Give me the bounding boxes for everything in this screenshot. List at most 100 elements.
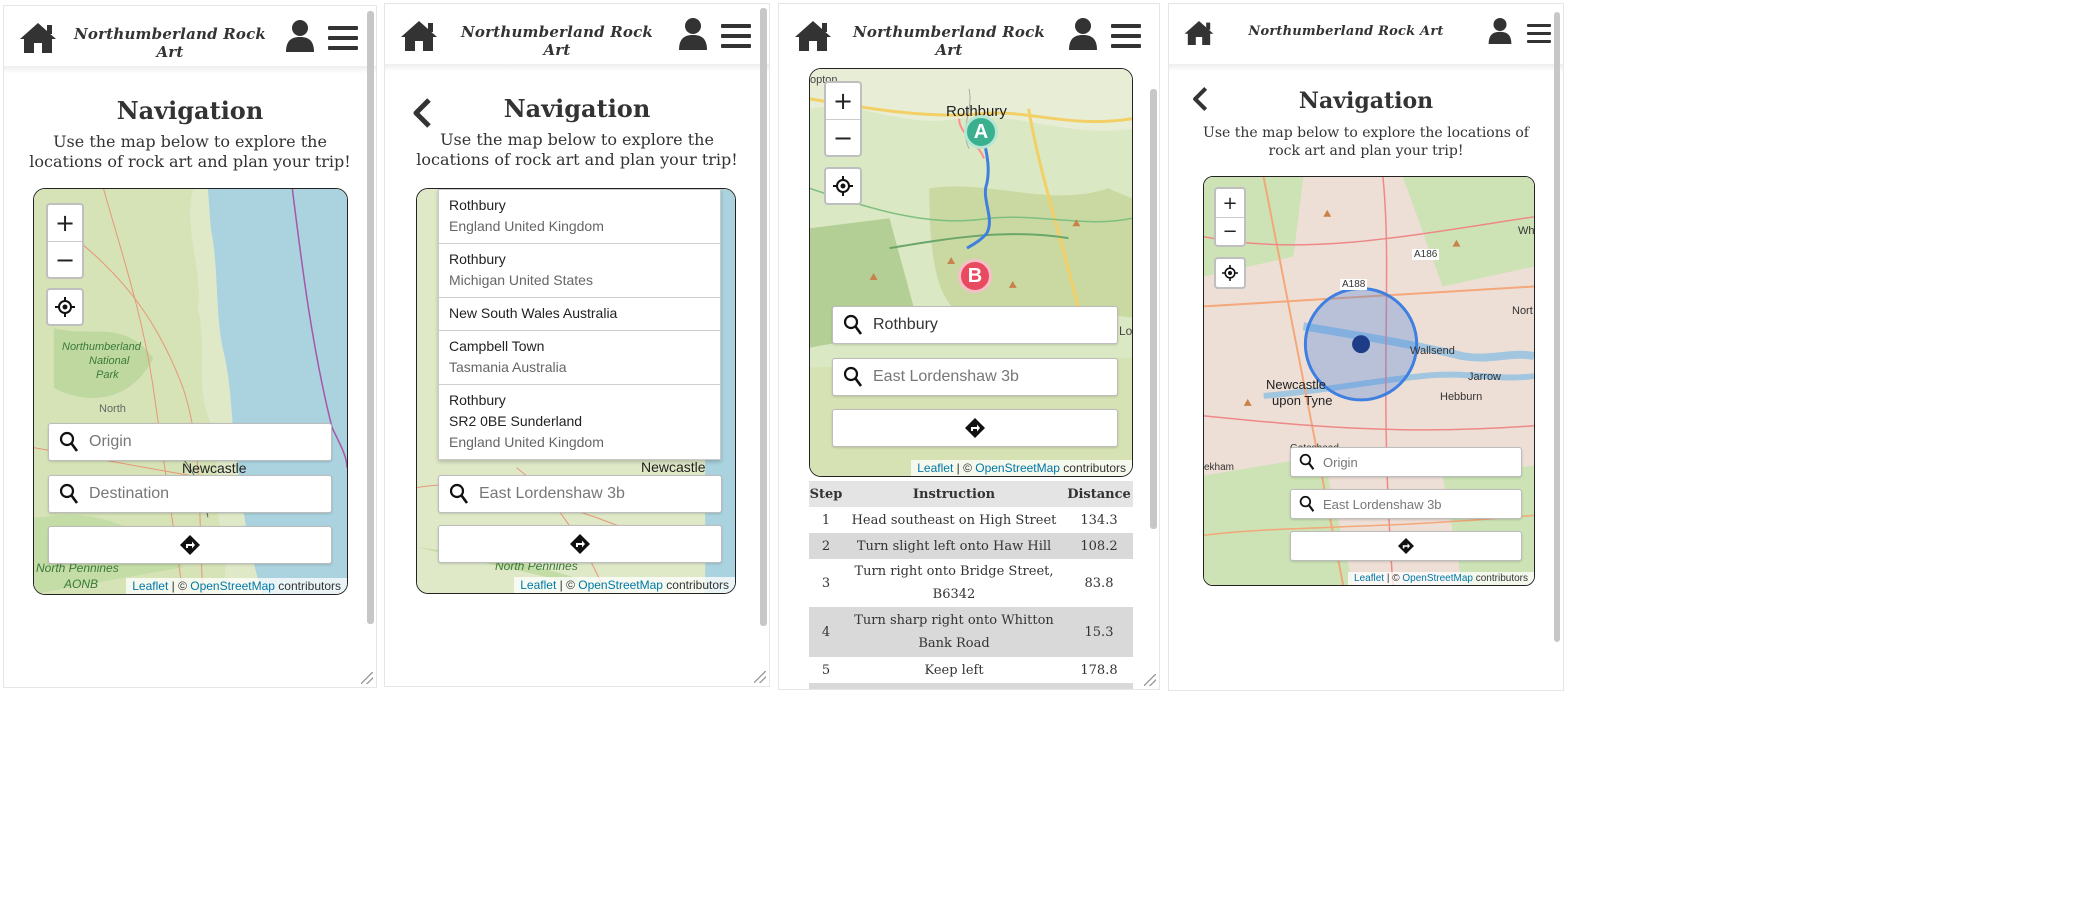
leaflet-link[interactable]: Leaflet [132, 579, 168, 593]
home-icon[interactable] [18, 20, 58, 56]
get-directions-button[interactable] [1290, 531, 1522, 561]
user-icon[interactable] [284, 18, 316, 54]
locate-button[interactable] [46, 288, 84, 326]
home-icon[interactable] [793, 18, 833, 54]
map[interactable]: Newcastle North Pennines Rothbury Englan… [416, 188, 736, 594]
map-label-newcastle-1: Newcastle [1266, 377, 1326, 392]
suggestion-item[interactable]: Rothbury England United Kingdom [439, 190, 720, 244]
suggestion-item[interactable]: Campbell Town Tasmania Australia [439, 331, 720, 385]
resize-grip[interactable] [361, 672, 373, 684]
cell-distance: 15.3 [1065, 607, 1133, 657]
suggestion-item[interactable]: Rothbury SR2 0BE Sunderland England Unit… [439, 385, 720, 459]
map-label-edge-right: Lo [1119, 324, 1133, 338]
zoom-in-button[interactable]: + [48, 205, 82, 241]
header: Northumberland Rock Art [779, 4, 1159, 64]
zoom-in-button[interactable]: + [1216, 189, 1244, 217]
cell-instruction: Turn right onto Bridge Street, B6342 [843, 559, 1065, 607]
instruction-line: Bank Road [918, 636, 990, 651]
leaflet-link[interactable]: Leaflet [1354, 573, 1384, 584]
map-label-newcastle-2: upon Tyne [1272, 393, 1333, 408]
origin-input[interactable] [1323, 454, 1521, 470]
locate-button[interactable] [824, 167, 862, 205]
site-title[interactable]: Northumberland Rock Art [74, 25, 266, 61]
destination-input[interactable] [89, 485, 331, 503]
site-title[interactable]: Northumberland Rock Art [849, 23, 1049, 59]
map-label-a186: A186 [1412, 249, 1440, 260]
scrollbar[interactable] [367, 11, 374, 624]
site-title[interactable]: Northumberland Rock Art [455, 23, 659, 59]
zoom-in-button[interactable]: + [826, 83, 860, 119]
attribution-separator: | © [953, 461, 976, 475]
osm-link[interactable]: OpenStreetMap [1402, 573, 1473, 584]
header-distance: Distance [1065, 481, 1133, 507]
origin-field[interactable] [1290, 447, 1522, 477]
resize-grip[interactable] [754, 671, 766, 683]
cell-distance: 178.8 [1080, 662, 1118, 678]
map-label-park-1: Northumberland [62, 341, 141, 353]
map-label-a188: A188 [1340, 279, 1368, 290]
scrollbar[interactable] [1150, 89, 1157, 529]
destination-input[interactable] [873, 368, 1117, 386]
osm-link[interactable]: OpenStreetMap [578, 578, 663, 592]
get-directions-button[interactable] [832, 409, 1118, 447]
cell-distance: 134.3 [1080, 512, 1118, 528]
osm-link[interactable]: OpenStreetMap [975, 461, 1060, 475]
locate-button[interactable] [1214, 257, 1246, 289]
hamburger-menu-icon[interactable] [328, 26, 358, 52]
leaflet-link[interactable]: Leaflet [917, 461, 953, 475]
map-label-north-edge: Nort [1512, 305, 1533, 317]
zoom-out-button[interactable]: − [48, 241, 82, 277]
destination-input[interactable] [479, 485, 721, 503]
user-icon[interactable] [677, 16, 709, 52]
destination-field[interactable] [832, 358, 1118, 396]
table-row: 3 Turn right onto Bridge Street, B6342 83… [809, 559, 1133, 607]
header-shadow [385, 64, 769, 72]
scrollbar[interactable] [760, 8, 767, 626]
zoom-out-button[interactable]: − [826, 119, 860, 155]
header-shadow [4, 66, 376, 74]
map[interactable]: opton Rothbury Lo A B + − Leaflet | © Op… [809, 68, 1133, 477]
origin-input[interactable] [89, 433, 331, 451]
destination-input[interactable] [1323, 496, 1521, 512]
hamburger-menu-icon[interactable] [721, 24, 751, 50]
suggestion-detail: England United Kingdom [449, 218, 604, 234]
home-icon[interactable] [399, 18, 439, 54]
suggestion-item[interactable]: New South Wales Australia [439, 298, 720, 331]
suggestion-item[interactable]: Rothbury Michigan United States [439, 244, 720, 298]
destination-field[interactable] [438, 475, 722, 513]
search-icon [449, 483, 469, 504]
user-icon[interactable] [1067, 16, 1099, 52]
map[interactable]: Northumberland National Park North Newca… [33, 188, 348, 595]
get-directions-button[interactable] [48, 526, 332, 564]
user-icon[interactable] [1487, 16, 1513, 46]
map-label-park-3: Park [96, 369, 119, 381]
suggestion-title: Campbell Town [449, 338, 545, 354]
osm-link[interactable]: OpenStreetMap [190, 579, 275, 593]
destination-field[interactable] [1290, 489, 1522, 519]
marker-a[interactable]: A [964, 115, 998, 149]
hamburger-menu-icon[interactable] [1111, 24, 1141, 50]
resize-grip[interactable] [1144, 674, 1156, 686]
map-label-jarrow: Jarrow [1468, 371, 1502, 383]
home-icon[interactable] [1183, 18, 1215, 48]
hamburger-menu-icon[interactable] [1527, 24, 1551, 50]
origin-input[interactable] [873, 316, 1117, 334]
marker-b[interactable]: B [958, 259, 992, 293]
map-label-aonb: AONB [64, 577, 99, 591]
zoom-control: + − [46, 203, 84, 279]
table-row: 4 Turn sharp right onto Whitton Bank Road… [809, 607, 1133, 657]
site-title[interactable]: Northumberland Rock Art [1239, 24, 1453, 39]
leaflet-link[interactable]: Leaflet [520, 578, 556, 592]
instruction-line: B6342 [932, 587, 976, 602]
origin-field[interactable] [832, 306, 1118, 344]
table-row: 5 Keep left 178.8 [809, 657, 1133, 683]
crosshair-icon [55, 297, 75, 317]
scrollbar[interactable] [1554, 12, 1560, 642]
crosshair-icon [833, 176, 853, 196]
get-directions-button[interactable] [438, 525, 722, 563]
map[interactable]: Newcastle upon Tyne Gateshead Wallsend J… [1203, 176, 1535, 586]
zoom-out-button[interactable]: − [1216, 217, 1244, 245]
origin-field[interactable] [48, 423, 332, 461]
destination-field[interactable] [48, 475, 332, 513]
page-title: Navigation [1298, 88, 1434, 114]
